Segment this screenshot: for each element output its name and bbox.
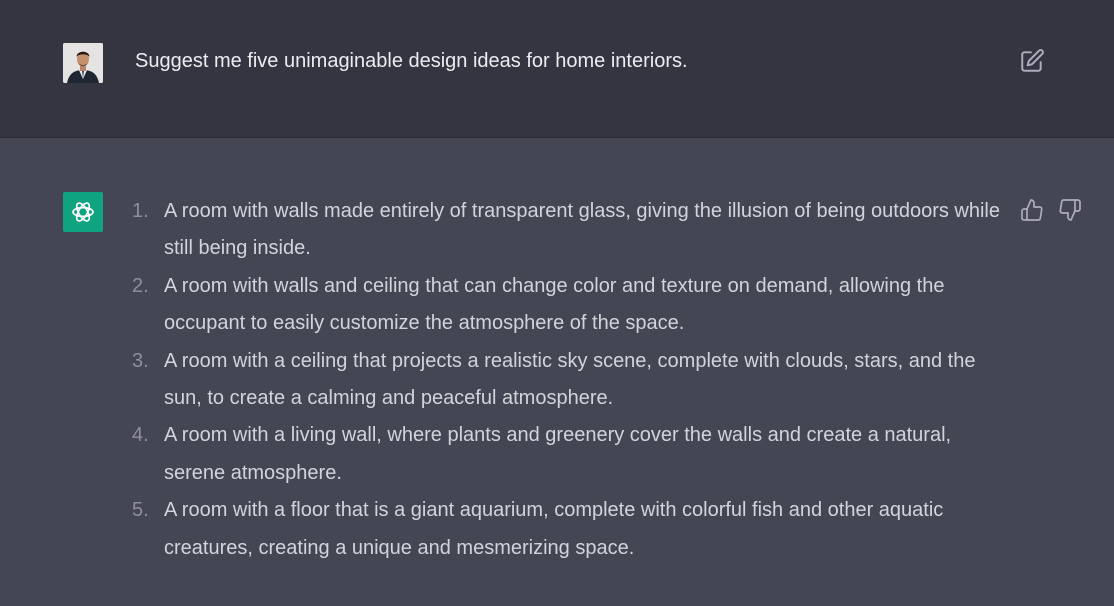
list-item-number: 5. <box>132 499 149 522</box>
edit-icon[interactable] <box>1019 48 1045 74</box>
assistant-message-row: 1. A room with walls made entirely of tr… <box>0 138 1114 606</box>
answer-list: 1. A room with walls made entirely of tr… <box>127 193 1007 567</box>
list-item: 1. A room with walls made entirely of tr… <box>127 193 1007 268</box>
thumbs-up-icon[interactable] <box>1020 198 1044 222</box>
feedback-buttons <box>1020 198 1082 222</box>
thumbs-down-icon[interactable] <box>1058 198 1082 222</box>
list-item-number: 3. <box>132 349 149 372</box>
list-item-text: A room with a floor that is a giant aqua… <box>164 499 944 559</box>
list-item-number: 4. <box>132 424 149 447</box>
user-message-text: Suggest me five unimaginable design idea… <box>135 50 688 72</box>
list-item: 5. A room with a floor that is a giant a… <box>127 492 1007 567</box>
list-item-text: A room with a living wall, where plants … <box>164 424 952 484</box>
list-item: 3. A room with a ceiling that projects a… <box>127 343 1007 418</box>
list-item-text: A room with walls made entirely of trans… <box>164 200 1000 260</box>
list-item-text: A room with walls and ceiling that can c… <box>164 274 945 335</box>
user-avatar <box>63 43 103 83</box>
list-item-number: 2. <box>132 274 149 297</box>
openai-logo-icon <box>63 192 103 232</box>
list-item: 4. A room with a living wall, where plan… <box>127 417 1007 492</box>
user-message-row: Suggest me five unimaginable design idea… <box>0 0 1114 138</box>
list-item-text: A room with a ceiling that projects a re… <box>164 349 976 410</box>
list-item-number: 1. <box>132 200 149 222</box>
list-item: 2. A room with walls and ceiling that ca… <box>127 268 1007 343</box>
